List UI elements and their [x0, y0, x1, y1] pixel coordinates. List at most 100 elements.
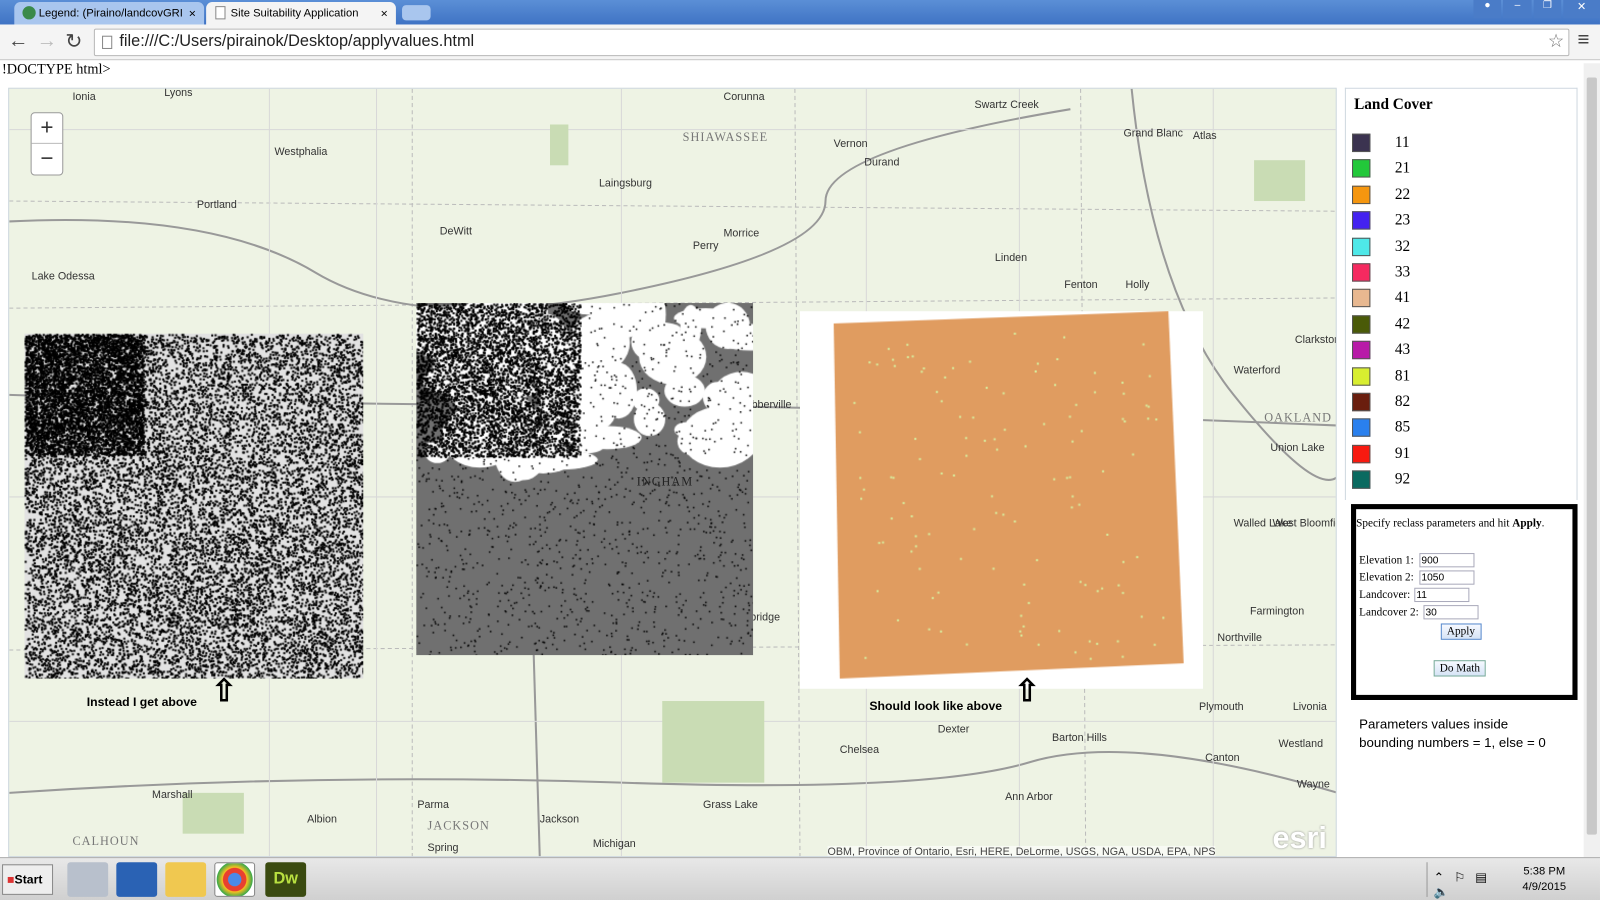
tab-site-suitability[interactable]: Site Suitability Application × [206, 2, 396, 25]
landcover1-input[interactable] [1414, 587, 1470, 603]
toolbar: ← → ↻ file:///C:/Users/pirainok/Desktop/… [0, 24, 1600, 61]
raster-expected-orange [831, 311, 1184, 681]
map[interactable]: Ionia Lyons Westphalia Portland DeWitt Laings… [8, 87, 1337, 858]
legend-label: 91 [1394, 445, 1411, 463]
zoom-in-button[interactable]: + [31, 113, 63, 144]
place-label: Lyons [164, 87, 193, 99]
place-label: Plymouth [1198, 701, 1244, 714]
server-manager-icon[interactable] [67, 862, 109, 897]
legend-label: 92 [1394, 471, 1411, 488]
window-controls: ● – ❐ ✕ [1473, 0, 1600, 19]
annotation-right: Should look like above [869, 698, 1003, 714]
place-label: Barton Hills [1052, 731, 1107, 744]
start-button[interactable]: ■Start [2, 864, 54, 895]
scrollbar-thumb[interactable] [1586, 77, 1597, 835]
tab-label: Site Suitability Application [230, 7, 359, 20]
dreamweaver-icon[interactable]: Dw [265, 862, 307, 897]
system-tray-icons[interactable]: ⌃⚐▤🔈 [1426, 862, 1519, 899]
legend-label: 33 [1394, 264, 1411, 281]
county-label: OAKLAND [1264, 410, 1332, 425]
zoom-control: + − [30, 112, 64, 176]
place-label: Livonia [1292, 701, 1327, 714]
legend-title: Land Cover [1354, 96, 1433, 114]
landcover2-label: Landcover 2: [1359, 606, 1419, 619]
place-label: Dexter [937, 723, 970, 736]
back-icon[interactable]: ← [8, 30, 28, 53]
star-icon[interactable]: ☆ [1548, 31, 1564, 52]
place-label: Albion [307, 813, 337, 826]
place-label: Laingsburg [598, 177, 653, 190]
page-icon [102, 35, 113, 49]
county-label: CALHOUN [72, 833, 140, 848]
legend-label: 43 [1394, 342, 1411, 359]
place-label: Ionia [72, 90, 96, 104]
color-swatch [1352, 392, 1371, 412]
legend-label: 81 [1394, 367, 1411, 385]
county-label: SHIAWASSEE [682, 129, 769, 144]
legend-label: 11 [1394, 134, 1410, 152]
place-label: DeWitt [439, 225, 472, 238]
place-label: Union Lake [1270, 441, 1325, 455]
arrow-up-icon: ⇧ [211, 674, 237, 709]
apply-button[interactable]: Apply [1440, 623, 1482, 640]
legend-label: 23 [1394, 212, 1411, 229]
place-label: Westphalia [274, 145, 328, 159]
place-label: Perry [692, 239, 719, 253]
place-label: Grass Lake [703, 798, 758, 812]
scrollbar[interactable] [1583, 63, 1600, 858]
powershell-icon[interactable] [116, 862, 158, 897]
elevation2-label: Elevation 2: [1359, 571, 1414, 584]
url-text: file:///C:/Users/pirainok/Desktop/applyv… [119, 32, 475, 50]
color-swatch [1352, 315, 1371, 334]
color-swatch [1352, 159, 1371, 178]
color-swatch [1352, 289, 1371, 308]
address-bar[interactable]: file:///C:/Users/pirainok/Desktop/applyv… [93, 28, 1570, 57]
close-tab-icon[interactable]: × [381, 6, 388, 20]
place-label: Vernon [833, 137, 868, 150]
forward-icon[interactable]: → [37, 30, 57, 53]
color-swatch [1352, 237, 1371, 256]
new-tab-button[interactable] [402, 5, 431, 21]
arrow-up-icon: ⇧ [1014, 674, 1040, 709]
elevation1-input[interactable] [1419, 553, 1475, 568]
color-swatch [1352, 444, 1371, 464]
restore-icon[interactable]: ❐ [1533, 0, 1562, 19]
elevation2-input[interactable] [1419, 570, 1475, 585]
place-label: Wayne [1296, 778, 1330, 791]
place-label: Corunna [723, 90, 765, 104]
chrome-icon[interactable] [214, 862, 256, 897]
close-window-icon[interactable]: ✕ [1563, 0, 1600, 19]
place-label: Clarkston [1294, 333, 1337, 346]
do-math-button[interactable]: Do Math [1433, 660, 1487, 677]
legend-label: 32 [1394, 238, 1411, 255]
landcover2-input[interactable] [1423, 605, 1479, 620]
page-icon [215, 6, 226, 20]
color-swatch [1352, 133, 1371, 153]
tab-bar: Legend: (Piraino/landcovGRI × Site Suitab… [0, 0, 1600, 25]
tab-legend[interactable]: Legend: (Piraino/landcovGRI × [14, 2, 205, 25]
place-label: Waterford [1233, 364, 1281, 377]
color-swatch [1352, 341, 1371, 360]
menu-icon[interactable]: ≡ [1578, 29, 1590, 52]
place-label: Swartz Creek [974, 98, 1039, 112]
user-icon[interactable]: ● [1473, 0, 1502, 19]
minimize-icon[interactable]: – [1503, 0, 1532, 19]
tab-label: Legend: (Piraino/landcovGRI [38, 7, 183, 20]
place-label: Canton [1205, 752, 1240, 765]
zoom-out-button[interactable]: − [32, 144, 63, 175]
reload-icon[interactable]: ↻ [65, 29, 82, 55]
color-swatch [1352, 366, 1371, 386]
place-label: Marshall [152, 788, 193, 802]
color-swatch [1352, 211, 1371, 230]
reclass-form: Specify reclass parameters and hit Apply… [1351, 504, 1578, 700]
close-tab-icon[interactable]: × [189, 6, 196, 20]
folder-icon[interactable] [165, 862, 207, 897]
place-label: Michigan [592, 837, 636, 850]
landcover1-label: Landcover: [1359, 588, 1411, 602]
clock[interactable]: 5:38 PM 4/9/2015 [1522, 864, 1566, 895]
raster-result-gray [416, 303, 754, 656]
legend-label: 82 [1394, 393, 1411, 411]
place-label: Fenton [1064, 278, 1098, 291]
place-label: Grand Blanc [1123, 127, 1184, 140]
annotation-left: Instead I get above [86, 694, 197, 710]
